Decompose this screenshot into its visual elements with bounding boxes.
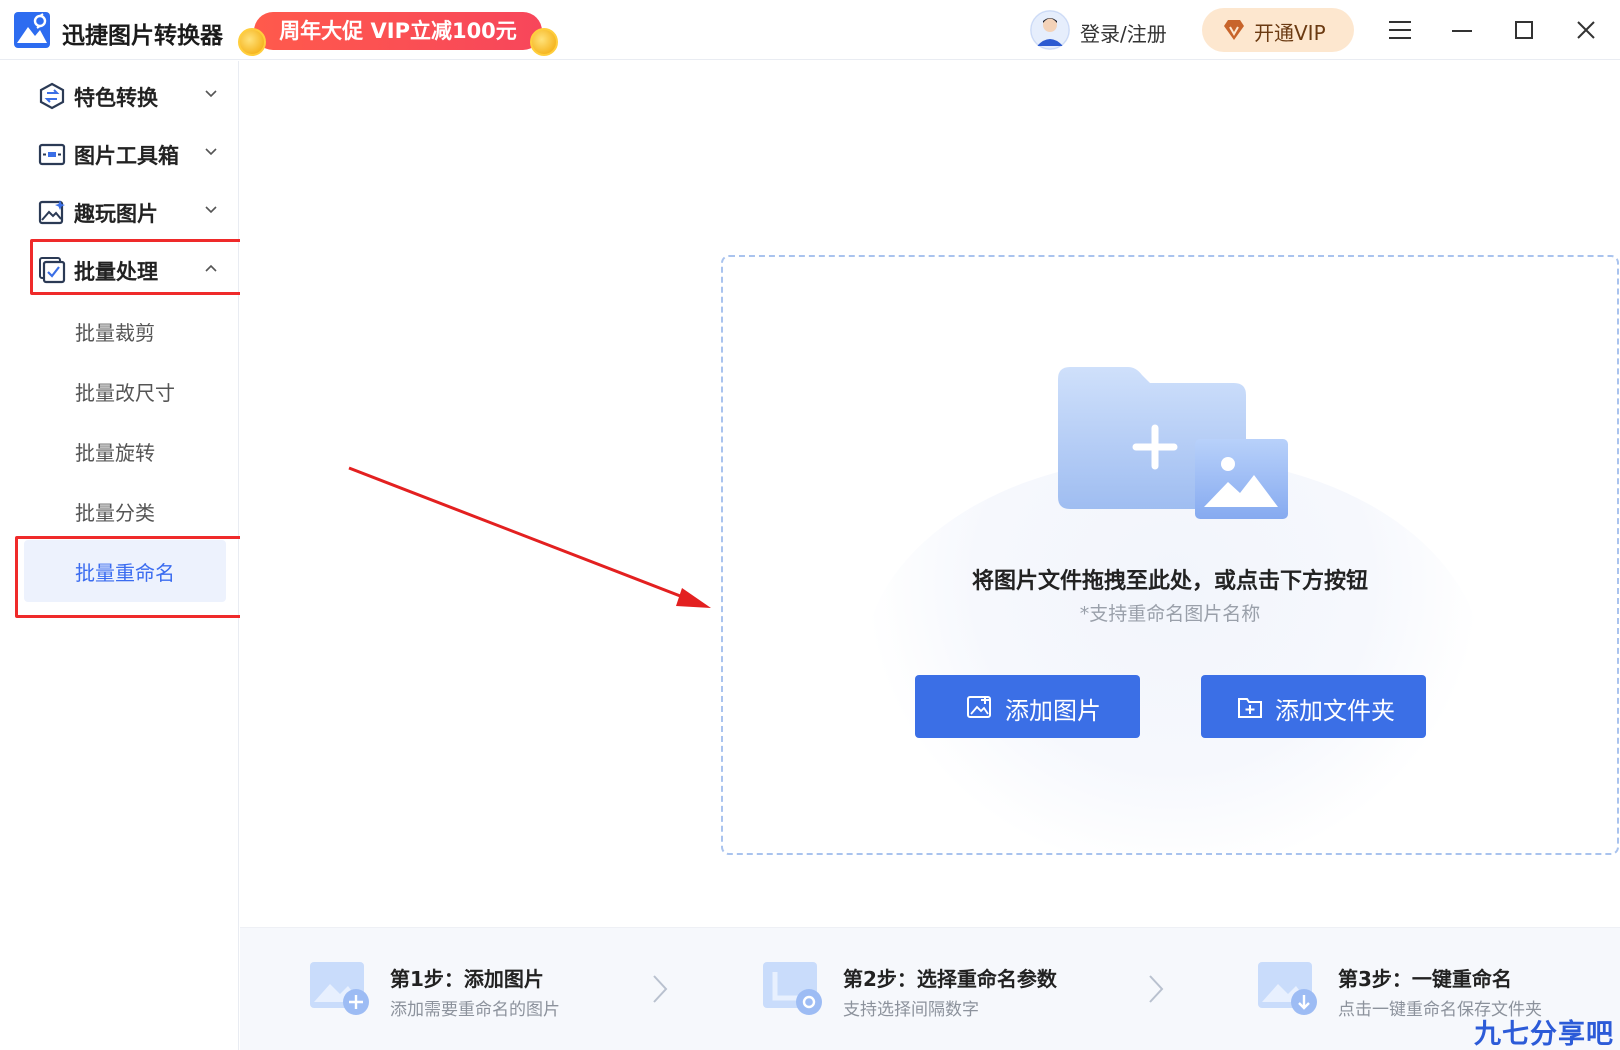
sidebar-item-label: 图片工具箱 bbox=[74, 144, 179, 168]
sidebar-subitem-label: 批量改尺寸 bbox=[75, 381, 175, 405]
chevron-right-icon bbox=[653, 975, 668, 1003]
step-title: 第3步：一键重命名 bbox=[1338, 967, 1512, 991]
toolbox-icon bbox=[38, 143, 66, 166]
step-title: 第1步：添加图片 bbox=[390, 967, 544, 991]
step-desc: 添加需要重命名的图片 bbox=[390, 1000, 560, 1020]
sidebar-item-toolbox[interactable]: 图片工具箱 bbox=[32, 128, 232, 176]
drop-zone-title: 将图片文件拖拽至此处，或点击下方按钮 bbox=[971, 569, 1368, 594]
menu-icon[interactable] bbox=[1384, 14, 1416, 46]
drop-zone[interactable]: 将图片文件拖拽至此处，或点击下方按钮 *支持重命名图片名称 添加图片 添加文件夹 bbox=[721, 255, 1619, 855]
vip-diamond-icon bbox=[1224, 20, 1244, 40]
chevron-down-icon bbox=[205, 148, 217, 156]
avatar bbox=[1030, 10, 1070, 50]
sidebar-item-label: 特色转换 bbox=[74, 86, 158, 110]
app-logo-icon bbox=[14, 12, 50, 48]
sidebar-subitem-label: 批量裁剪 bbox=[75, 321, 155, 345]
sidebar-item-fun-image[interactable]: 趣玩图片 bbox=[32, 186, 232, 234]
chevron-down-icon bbox=[205, 90, 217, 98]
chevron-down-icon bbox=[205, 206, 217, 214]
image-sparkle-icon bbox=[38, 200, 65, 225]
add-image-label: 添加图片 bbox=[1005, 697, 1101, 725]
minimize-icon[interactable] bbox=[1446, 14, 1478, 46]
close-icon[interactable] bbox=[1570, 14, 1602, 46]
promo-banner[interactable]: 周年大促 VIP立减100元 bbox=[238, 8, 558, 56]
promo-text: 周年大促 VIP立减100元 bbox=[279, 19, 517, 43]
add-folder-label: 添加文件夹 bbox=[1275, 697, 1395, 725]
login-label: 登录/注册 bbox=[1080, 22, 1167, 46]
step-add-image-icon bbox=[310, 962, 369, 1015]
step-settings-icon bbox=[763, 962, 822, 1015]
app-title: 迅捷图片转换器 bbox=[62, 23, 223, 49]
add-folder-button[interactable]: 添加文件夹 bbox=[1201, 675, 1426, 738]
sidebar-item-batch-resize[interactable]: 批量改尺寸 bbox=[24, 360, 226, 422]
maximize-icon[interactable] bbox=[1508, 14, 1540, 46]
sidebar-subitem-label: 批量旋转 bbox=[75, 441, 155, 465]
app-window: 迅捷图片转换器 周年大促 VIP立减100元 登录/注册 开通VIP 特色转换 … bbox=[0, 0, 1620, 1050]
folder-add-image-icon bbox=[1058, 367, 1288, 519]
drop-zone-subtitle: *支持重命名图片名称 bbox=[1079, 603, 1261, 625]
highlight-box-batch-rename bbox=[15, 536, 259, 618]
chevron-right-icon bbox=[1149, 975, 1164, 1003]
add-image-button[interactable]: 添加图片 bbox=[915, 675, 1140, 738]
steps-bar: 第1步：添加图片 添加需要重命名的图片 第2步：选择重命名参数 支持选择间隔数字… bbox=[240, 927, 1620, 1050]
step-desc: 支持选择间隔数字 bbox=[843, 1000, 979, 1020]
sidebar-item-batch-classify[interactable]: 批量分类 bbox=[24, 480, 226, 542]
add-image-icon bbox=[967, 696, 991, 718]
title-bar: 迅捷图片转换器 周年大促 VIP立减100元 登录/注册 开通VIP bbox=[0, 0, 1620, 60]
step-title: 第2步：选择重命名参数 bbox=[843, 967, 1057, 991]
add-folder-icon bbox=[1238, 698, 1262, 718]
step-download-icon bbox=[1258, 962, 1317, 1015]
sidebar-item-batch-rotate[interactable]: 批量旋转 bbox=[24, 420, 226, 482]
sidebar-item-feature-convert[interactable]: 特色转换 bbox=[32, 70, 232, 118]
sidebar-item-batch-crop[interactable]: 批量裁剪 bbox=[24, 300, 226, 362]
sidebar-item-label: 趣玩图片 bbox=[74, 202, 158, 226]
open-vip-button[interactable]: 开通VIP bbox=[1202, 8, 1354, 52]
vip-label: 开通VIP bbox=[1254, 21, 1326, 45]
user-avatar-icon bbox=[1030, 10, 1070, 50]
main-content: 将图片文件拖拽至此处，或点击下方按钮 *支持重命名图片名称 添加图片 添加文件夹 bbox=[240, 61, 1620, 927]
hexagon-convert-icon bbox=[39, 82, 65, 110]
watermark: 九七分享吧 bbox=[1474, 1019, 1614, 1050]
sidebar-subitem-label: 批量分类 bbox=[75, 501, 155, 525]
